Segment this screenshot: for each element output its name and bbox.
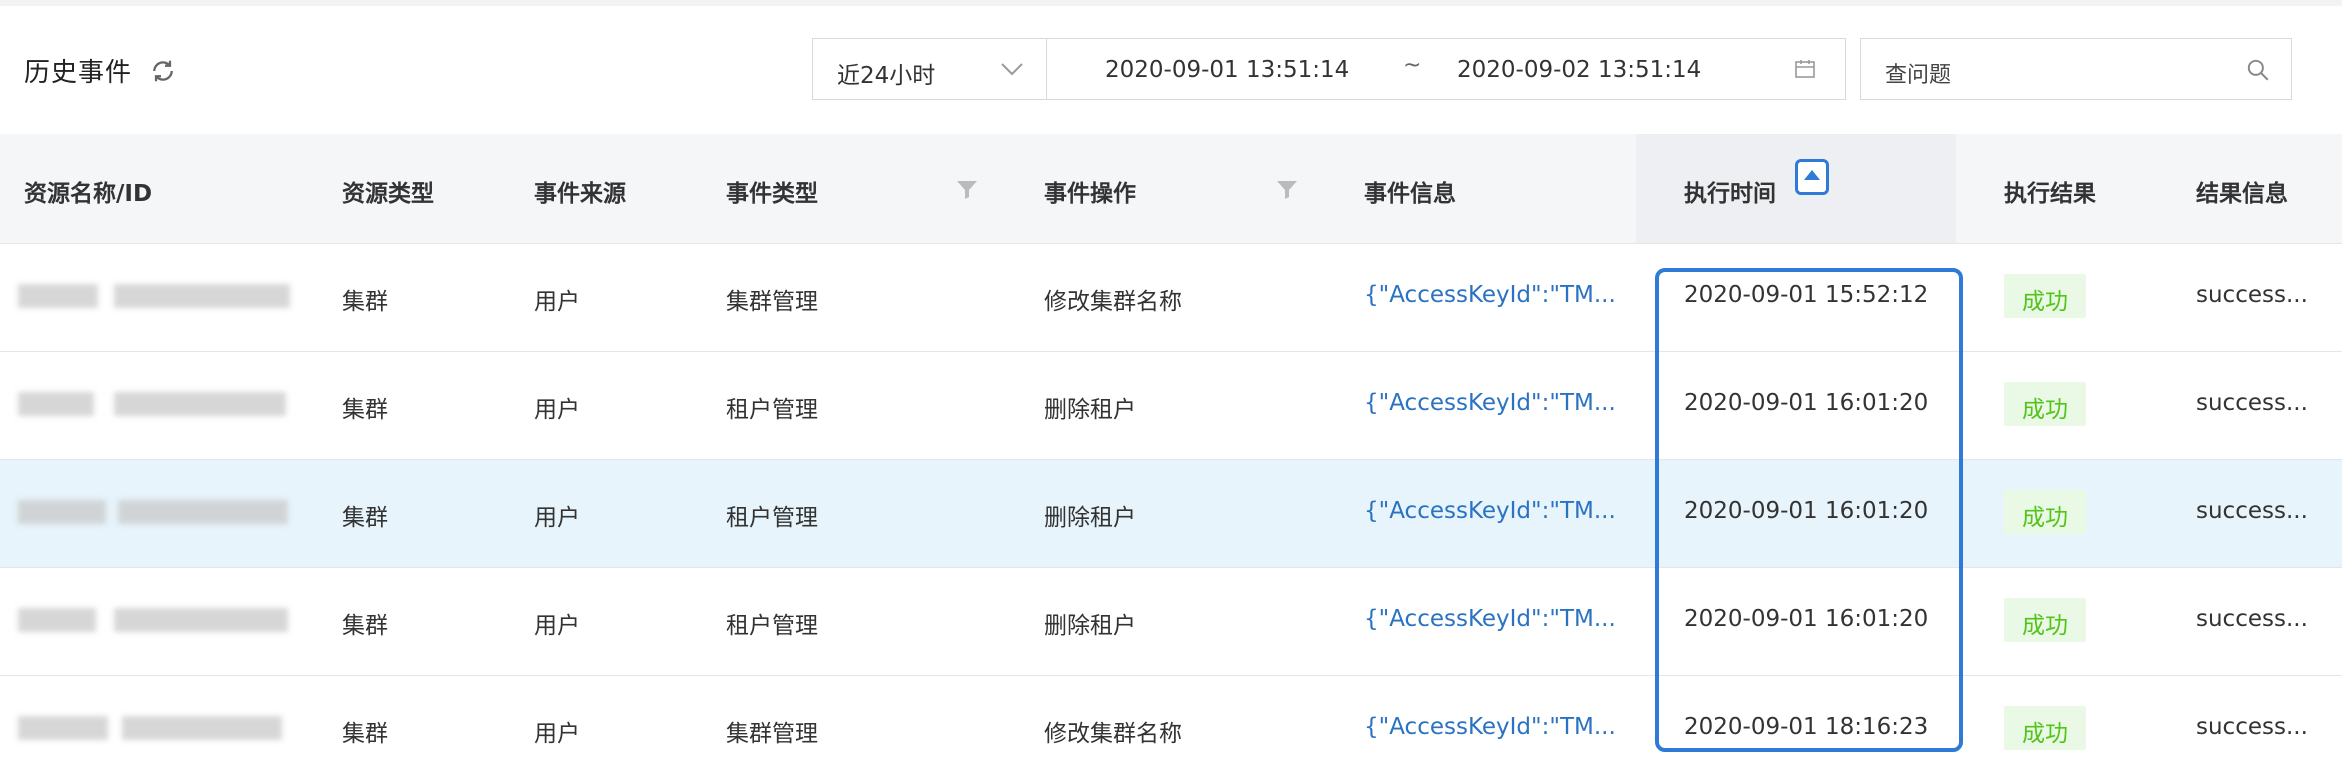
search-placeholder: 查问题 [1885, 63, 1952, 88]
cell-exec-time: 2020-09-01 16:01:20 [1684, 390, 1929, 416]
cell-event-info-link[interactable]: {"AccessKeyId":"TM... [1364, 498, 1616, 524]
refresh-icon[interactable] [148, 56, 178, 86]
resource-name-redacted [18, 280, 290, 312]
cell-exec-time: 2020-09-01 16:01:20 [1684, 606, 1929, 632]
cell-result-info: success... [2196, 606, 2308, 632]
table-header: 资源名称/ID 资源类型 事件来源 事件类型 事件操作 事件信息 执行时间 执行… [0, 134, 2342, 244]
date-end[interactable]: 2020-09-02 13:51:14 [1457, 57, 1701, 83]
table-row[interactable]: 集群 用户 集群管理 修改集群名称 {"AccessKeyId":"TM... … [0, 244, 2342, 352]
table-row[interactable]: 集群 用户 租户管理 删除租户 {"AccessKeyId":"TM... 20… [0, 568, 2342, 676]
time-range-label: 近24小时 [837, 63, 936, 89]
time-range-select[interactable]: 近24小时 [812, 38, 1046, 100]
status-text: 成功 [2022, 289, 2068, 315]
resource-name-redacted [18, 388, 290, 420]
status-text: 成功 [2022, 397, 2068, 423]
filter-icon[interactable] [956, 178, 978, 200]
status-badge: 成功 [2004, 706, 2086, 750]
cell-event-source: 用户 [534, 613, 580, 639]
cell-event-info-link[interactable]: {"AccessKeyId":"TM... [1364, 282, 1616, 308]
search-icon[interactable] [2245, 57, 2271, 83]
cell-result-info: success... [2196, 282, 2308, 308]
col-event-info: 事件信息 [1364, 181, 1456, 207]
table-row[interactable]: 集群 用户 集群管理 修改集群名称 {"AccessKeyId":"TM... … [0, 676, 2342, 756]
table-row[interactable]: 集群 用户 租户管理 删除租户 {"AccessKeyId":"TM... 20… [0, 352, 2342, 460]
date-start[interactable]: 2020-09-01 13:51:14 [1105, 57, 1349, 83]
cell-result-info: success... [2196, 714, 2308, 740]
cell-event-source: 用户 [534, 505, 580, 531]
cell-event-action: 修改集群名称 [1044, 721, 1182, 747]
cell-event-action: 修改集群名称 [1044, 289, 1182, 315]
status-text: 成功 [2022, 505, 2068, 531]
status-badge: 成功 [2004, 598, 2086, 642]
sort-up-icon[interactable] [1795, 159, 1829, 195]
col-exec-result: 执行结果 [2004, 181, 2096, 207]
cell-resource-type: 集群 [342, 721, 388, 747]
status-badge: 成功 [2004, 490, 2086, 534]
resource-name-redacted [18, 496, 290, 528]
resource-name-redacted [18, 712, 290, 744]
cell-event-type: 集群管理 [726, 721, 818, 747]
table-row[interactable]: 集群 用户 租户管理 删除租户 {"AccessKeyId":"TM... 20… [0, 460, 2342, 568]
cell-exec-time: 2020-09-01 18:16:23 [1684, 714, 1929, 740]
col-resource-type: 资源类型 [342, 181, 434, 207]
cell-event-action: 删除租户 [1044, 505, 1136, 531]
status-text: 成功 [2022, 721, 2068, 747]
cell-event-type: 集群管理 [726, 289, 818, 315]
resource-name-redacted [18, 604, 290, 636]
cell-resource-type: 集群 [342, 397, 388, 423]
col-exec-time[interactable]: 执行时间 [1684, 174, 1776, 208]
date-separator: ~ [1403, 53, 1422, 78]
filter-icon[interactable] [1276, 178, 1298, 200]
top-divider [0, 0, 2342, 6]
cell-event-action: 删除租户 [1044, 397, 1136, 423]
cell-event-action: 删除租户 [1044, 613, 1136, 639]
col-resource: 资源名称/ID [24, 181, 153, 207]
col-event-source: 事件来源 [534, 181, 626, 207]
status-badge: 成功 [2004, 382, 2086, 426]
cell-event-type: 租户管理 [726, 613, 818, 639]
search-input[interactable]: 查问题 [1860, 38, 2292, 100]
cell-event-info-link[interactable]: {"AccessKeyId":"TM... [1364, 390, 1616, 416]
cell-exec-time: 2020-09-01 15:52:12 [1684, 282, 1929, 308]
cell-result-info: success... [2196, 498, 2308, 524]
date-range-picker[interactable]: 2020-09-01 13:51:14 ~ 2020-09-02 13:51:1… [1046, 38, 1846, 100]
col-result-info: 结果信息 [2196, 181, 2288, 207]
cell-resource-type: 集群 [342, 505, 388, 531]
cell-resource-type: 集群 [342, 613, 388, 639]
cell-event-type: 租户管理 [726, 505, 818, 531]
col-event-type: 事件类型 [726, 181, 818, 207]
cell-resource-type: 集群 [342, 289, 388, 315]
chevron-down-icon [1001, 63, 1023, 76]
cell-event-source: 用户 [534, 289, 580, 315]
col-event-action: 事件操作 [1044, 181, 1136, 207]
cell-exec-time: 2020-09-01 16:01:20 [1684, 498, 1929, 524]
status-text: 成功 [2022, 613, 2068, 639]
cell-event-info-link[interactable]: {"AccessKeyId":"TM... [1364, 606, 1616, 632]
cell-event-type: 租户管理 [726, 397, 818, 423]
calendar-icon [1795, 60, 1815, 78]
cell-event-source: 用户 [534, 397, 580, 423]
page-title: 历史事件 [24, 58, 133, 88]
status-badge: 成功 [2004, 274, 2086, 318]
cell-result-info: success... [2196, 390, 2308, 416]
cell-event-info-link[interactable]: {"AccessKeyId":"TM... [1364, 714, 1616, 740]
cell-event-source: 用户 [534, 721, 580, 747]
